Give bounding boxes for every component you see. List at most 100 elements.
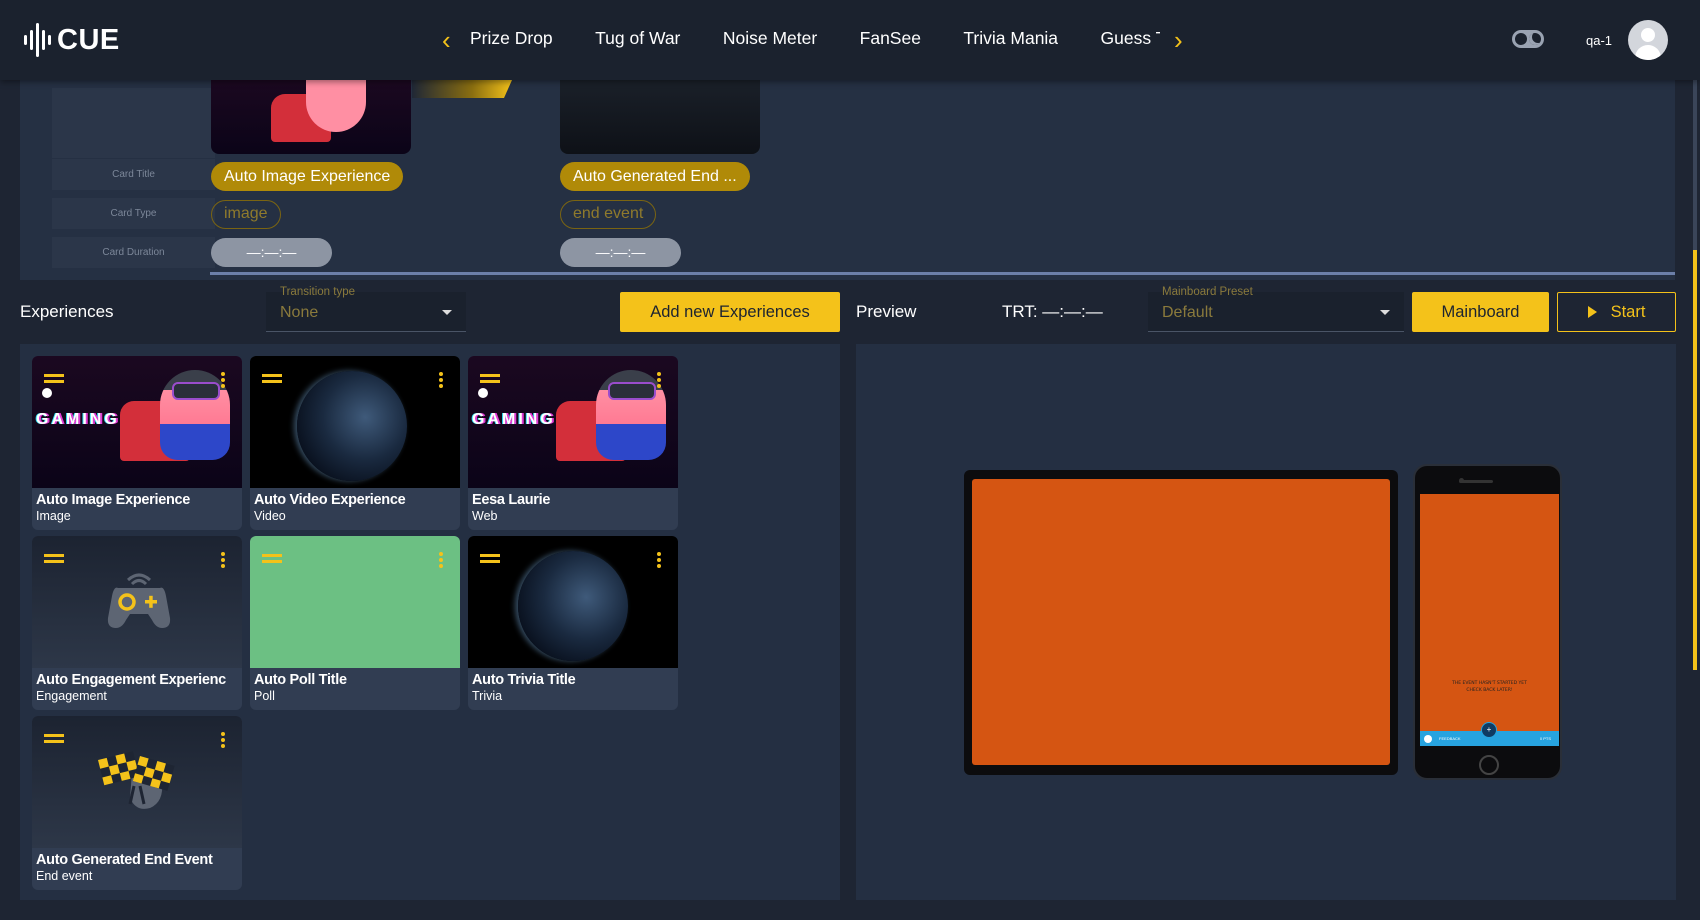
nav-item-fansee[interactable]: FanSee [860, 28, 921, 49]
transition-type-select[interactable]: Transition type None [266, 286, 466, 332]
phone-speaker [1459, 480, 1493, 483]
more-options-icon[interactable] [657, 372, 661, 388]
logo-waveform-icon [24, 20, 51, 60]
row-label-card-type: Card Type [52, 198, 215, 229]
experience-card[interactable]: GAMING Eesa Laurie Web [468, 356, 678, 530]
timeline-card-title-pill[interactable]: Auto Image Experience [211, 162, 404, 191]
timeline-panel: Card Title Card Type Card Duration Auto … [20, 80, 1675, 280]
decorative-dot [42, 388, 52, 398]
gaming-figure-image [306, 80, 366, 132]
earth-image [518, 551, 628, 661]
top-nav-bar: CUE ‹ Prize Drop Tug of War Noise Meter … [0, 0, 1700, 80]
mainboard-preset-label: Mainboard Preset [1162, 286, 1253, 298]
row-label-card-duration: Card Duration [52, 237, 215, 268]
experience-type: End event [36, 869, 93, 883]
experience-card[interactable]: Auto Engagement Experienc Engagement [32, 536, 242, 710]
nav-item-prize-drop[interactable]: Prize Drop [470, 28, 553, 49]
nav-menu: Prize Drop Tug of War Noise Meter FanSee… [470, 28, 1160, 54]
start-button-label: Start [1610, 302, 1646, 321]
experience-card[interactable]: GAMING Auto Image Experience Image [32, 356, 242, 530]
mainboard-button[interactable]: Mainboard [1412, 292, 1549, 332]
transition-type-value: None [280, 304, 319, 321]
nav-item-noise-meter[interactable]: Noise Meter [723, 28, 817, 49]
race-flags-icon [98, 751, 175, 809]
experience-name: Auto Engagement Experienc [36, 672, 226, 688]
experience-name: Eesa Laurie [472, 492, 551, 508]
mainboard-preset-select[interactable]: Mainboard Preset Default [1148, 286, 1404, 332]
timeline-card-thumbnail[interactable] [560, 80, 760, 154]
experience-name: Auto Generated End Event [36, 852, 213, 868]
more-options-icon[interactable] [439, 372, 443, 388]
nav-next-chevron-icon[interactable]: › [1174, 26, 1183, 54]
event-not-started-message: THE EVENT HASN'T STARTED YET CHECK BACK … [1452, 681, 1527, 693]
theme-toggle-icon[interactable] [1512, 30, 1544, 48]
phone-bar-dot [1424, 735, 1432, 743]
experience-card[interactable]: Auto Generated End Event End event [32, 716, 242, 890]
vr-headset-image [172, 382, 220, 400]
experience-name: Auto Poll Title [254, 672, 347, 688]
timeline-card-title-pill[interactable]: Auto Generated End ... [560, 162, 750, 191]
decorative-dot [478, 388, 488, 398]
mainboard-preset-value: Default [1162, 304, 1213, 321]
drag-handle-icon[interactable] [44, 554, 64, 563]
timeline-card-type-pill: image [211, 200, 281, 229]
page-scrollbar-track[interactable] [1693, 80, 1697, 250]
more-options-icon[interactable] [439, 552, 443, 568]
phone-home-button [1479, 755, 1499, 775]
more-options-icon[interactable] [221, 732, 225, 748]
phone-bar-points: 0 PTS [1539, 736, 1551, 741]
drag-handle-icon[interactable] [44, 374, 64, 383]
experience-type: Web [472, 509, 498, 523]
experiences-heading: Experiences [20, 302, 114, 321]
nav-item-trivia-mania[interactable]: Trivia Mania [963, 28, 1058, 49]
drag-handle-icon[interactable] [480, 374, 500, 383]
caret-down-icon [1380, 310, 1390, 315]
experience-name: Auto Image Experience [36, 492, 191, 508]
phone-bar-label: FEEDBACK [1439, 736, 1461, 741]
nav-item-tug-of-war[interactable]: Tug of War [595, 28, 680, 49]
timeline-card-thumbnail[interactable] [211, 80, 411, 154]
more-options-icon[interactable] [221, 552, 225, 568]
drag-handle-icon[interactable] [480, 554, 500, 563]
nav-prev-chevron-icon[interactable]: ‹ [442, 26, 451, 54]
caret-down-icon [442, 310, 452, 315]
timeline-horizontal-scrollbar[interactable] [210, 272, 1675, 275]
experience-type: Poll [254, 689, 275, 703]
start-button[interactable]: Start [1557, 292, 1676, 332]
gaming-logo-art: GAMING [472, 411, 556, 428]
play-icon [1587, 306, 1597, 318]
experience-type: Image [36, 509, 71, 523]
row-label-card-title: Card Title [52, 159, 215, 190]
cue-logo[interactable]: CUE [24, 20, 120, 60]
logo-text: CUE [57, 23, 120, 56]
experience-card[interactable]: Auto Trivia Title Trivia [468, 536, 678, 710]
mainboard-preview-screen [972, 479, 1390, 765]
phone-preview-screen: THE EVENT HASN'T STARTED YET CHECK BACK … [1420, 494, 1559, 746]
vr-headset-image [608, 382, 656, 400]
phone-preview: THE EVENT HASN'T STARTED YET CHECK BACK … [1413, 464, 1562, 780]
user-avatar-icon[interactable] [1628, 20, 1668, 60]
gamepad-icon [107, 573, 171, 628]
experience-card[interactable]: Auto Poll Title Poll [250, 536, 460, 710]
timeline-card-type-pill: end event [560, 200, 657, 229]
user-name: qa-1 [1586, 33, 1613, 48]
more-options-icon[interactable] [657, 552, 661, 568]
timeline-card-duration-pill[interactable]: —:—:— [211, 238, 332, 267]
add-new-experiences-button[interactable]: Add new Experiences [620, 292, 840, 332]
tablet-preview [964, 470, 1398, 775]
experience-card[interactable]: Auto Video Experience Video [250, 356, 460, 530]
experience-name: Auto Trivia Title [472, 672, 576, 688]
transition-type-label: Transition type [280, 286, 355, 298]
drag-handle-icon[interactable] [44, 734, 64, 743]
total-run-time: TRT: —:—:— [1002, 302, 1103, 321]
preview-heading: Preview [856, 302, 917, 321]
phone-action-button: + [1481, 722, 1497, 738]
timeline-card-duration-pill[interactable]: —:—:— [560, 238, 681, 267]
more-options-icon[interactable] [221, 372, 225, 388]
earth-image [297, 371, 407, 481]
drag-handle-icon[interactable] [262, 374, 282, 383]
drag-handle-icon[interactable] [262, 554, 282, 563]
page-scrollbar-thumb[interactable] [1693, 250, 1697, 670]
gaming-logo-art: GAMING [36, 411, 120, 428]
nav-item-guess[interactable]: Guess T [1101, 28, 1161, 49]
